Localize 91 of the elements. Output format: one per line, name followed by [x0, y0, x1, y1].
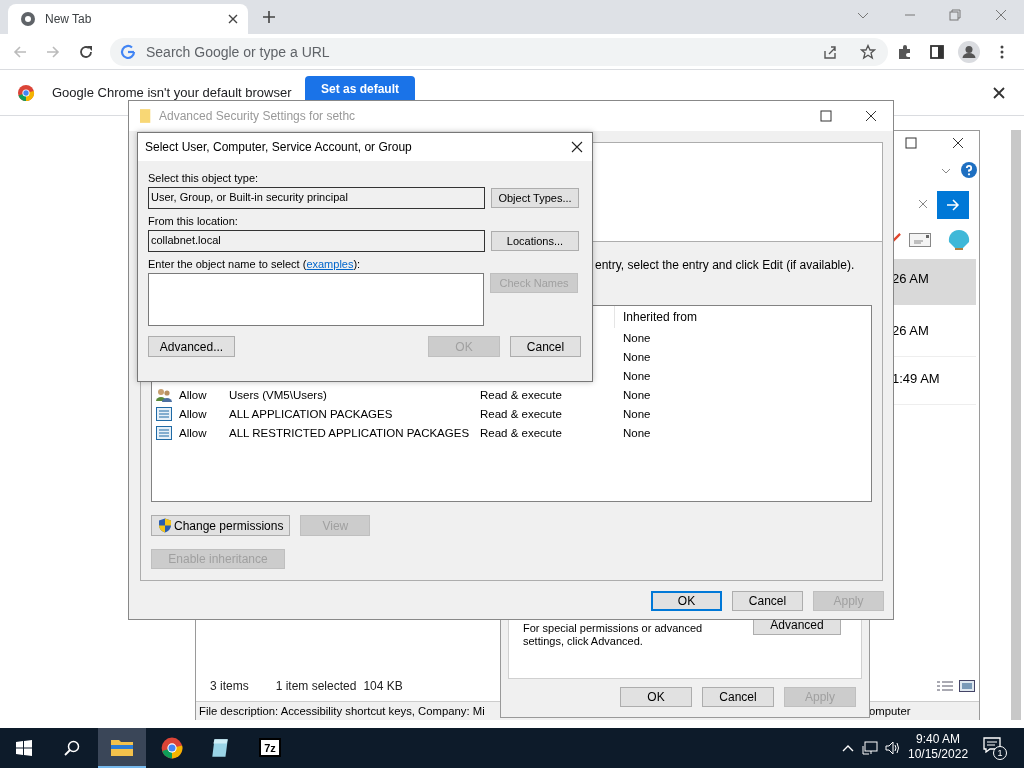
- large-icons-view-icon[interactable]: [959, 680, 975, 692]
- dialog-button[interactable]: Cancel: [702, 687, 774, 707]
- user-group-icon: [156, 387, 172, 402]
- chrome-logo-icon[interactable]: [161, 737, 183, 759]
- principal-name: Users (VM5\Users): [229, 388, 327, 401]
- field-label: Enter the object name to select (examples):: [148, 258, 362, 270]
- search-button[interactable]: [937, 191, 969, 219]
- infobar-message: Google Chrome isn't your default browser: [52, 85, 292, 100]
- window-title: Advanced Security Settings for sethc: [159, 109, 356, 123]
- principal-name: ALL APPLICATION PACKAGES: [229, 407, 393, 420]
- modified-time: 1:49 AM: [892, 371, 940, 386]
- file-explorer-taskbar-button[interactable]: [98, 728, 146, 768]
- close-icon[interactable]: [865, 110, 877, 122]
- permission-type: Allow: [179, 388, 207, 401]
- profile-avatar-icon[interactable]: [958, 41, 980, 63]
- shield-icon: [158, 518, 172, 533]
- column-header[interactable]: Inherited from: [623, 310, 698, 324]
- selection-size: 104 KB: [363, 679, 403, 693]
- star-icon[interactable]: [860, 44, 876, 60]
- instruction-text: entry, select the entry and click Edit (if available).: [595, 258, 855, 272]
- item-count: 3 items: [210, 679, 249, 693]
- clock-time[interactable]: 9:40 AM: [916, 732, 961, 747]
- browser-tab[interactable]: New Tab: [8, 4, 248, 34]
- package-icon: [156, 425, 172, 440]
- access-level: Read & execute: [480, 407, 562, 420]
- notepad-icon[interactable]: [209, 737, 231, 759]
- principal-name: ALL RESTRICTED APPLICATION PACKAGES: [229, 426, 470, 439]
- selection-info: 1 item selected: [275, 679, 357, 693]
- maximize-icon[interactable]: [905, 137, 917, 149]
- volume-icon[interactable]: [885, 740, 901, 756]
- windows-start-icon[interactable]: [16, 740, 32, 756]
- permission-type: Allow: [179, 426, 207, 439]
- package-icon: [156, 406, 172, 421]
- permissions-note: For special permissions or advanced settings, click Advanced.: [523, 622, 704, 648]
- folder-icon: [111, 738, 133, 756]
- pencil-icon[interactable]: [892, 233, 901, 242]
- access-level: Read & execute: [480, 388, 562, 401]
- notification-count: 1: [993, 746, 1007, 760]
- examples-link[interactable]: examples: [306, 258, 354, 270]
- tab-title: New Tab: [45, 12, 93, 26]
- change-permissions-button[interactable]: Change permissions: [151, 515, 291, 536]
- inherited-from: None: [623, 407, 651, 420]
- reload-icon[interactable]: [78, 44, 94, 60]
- object-name-field[interactable]: [148, 273, 484, 326]
- shell-icon[interactable]: [947, 229, 971, 251]
- object-types-button[interactable]: Object Types...: [491, 188, 579, 208]
- scrollbar[interactable]: [1011, 130, 1021, 720]
- maximize-icon[interactable]: [820, 110, 832, 122]
- close-tab-icon[interactable]: [228, 14, 238, 24]
- clock-date[interactable]: 10/15/2022: [908, 747, 969, 762]
- inherited-from: None: [623, 388, 651, 401]
- inherited-from: None: [623, 426, 651, 439]
- inherited-from: None: [623, 331, 651, 344]
- arrow-right-icon: [945, 197, 961, 213]
- chrome-logo-icon: [20, 11, 36, 27]
- object-type-field: User, Group, or Built-in security principal: [148, 187, 485, 209]
- dialog-button[interactable]: OK: [651, 591, 722, 611]
- close-icon[interactable]: [993, 87, 1005, 99]
- archiver-taskbar-button[interactable]: 7z: [259, 738, 281, 757]
- close-icon[interactable]: [952, 137, 964, 149]
- chrome-logo-icon: [17, 83, 35, 102]
- dialog-button[interactable]: Cancel: [732, 591, 803, 611]
- file-description: File description: Accessibility shortcut keys, Company: Mi: [199, 705, 485, 717]
- locations-button[interactable]: Locations...: [491, 231, 579, 251]
- puzzle-piece-icon[interactable]: [897, 44, 913, 60]
- notification-center-button[interactable]: 1: [983, 737, 1009, 761]
- side-panel-icon[interactable]: [929, 44, 945, 60]
- envelope-icon[interactable]: [909, 233, 931, 247]
- field-label: From this location:: [148, 215, 239, 227]
- permission-type: Allow: [179, 407, 207, 420]
- set-as-default-button[interactable]: Set as default: [305, 76, 416, 100]
- access-level: Read & execute: [480, 426, 562, 439]
- close-icon[interactable]: [571, 141, 583, 153]
- share-icon[interactable]: [822, 44, 838, 60]
- google-g-icon: [120, 44, 136, 60]
- file-details-text: omputer: [869, 705, 911, 717]
- help-icon[interactable]: [961, 162, 977, 178]
- location-field: collabnet.local: [148, 230, 485, 252]
- dialog-button[interactable]: OK: [620, 687, 692, 707]
- address-bar[interactable]: Search Google or type a URL: [110, 38, 888, 66]
- clear-icon[interactable]: [917, 198, 929, 210]
- inherited-from: None: [623, 369, 651, 382]
- field-label: Select this object type:: [148, 172, 260, 184]
- folder-icon: [140, 108, 152, 124]
- dialog-title: Select User, Computer, Service Account, or Group: [145, 140, 412, 154]
- cancel-button[interactable]: Cancel: [510, 336, 581, 357]
- advanced-button[interactable]: Advanced...: [148, 336, 235, 357]
- new-tab-icon[interactable]: [262, 10, 276, 24]
- search-icon[interactable]: [64, 740, 80, 756]
- network-icon[interactable]: [862, 740, 878, 756]
- inherited-from: None: [623, 350, 651, 363]
